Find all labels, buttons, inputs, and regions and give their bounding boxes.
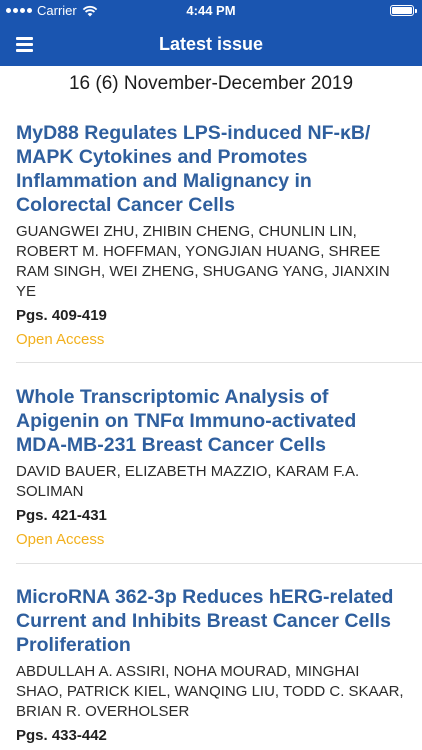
article-item[interactable]: MicroRNA 362-3p Reduces hERG-related Cur… <box>16 585 406 746</box>
status-bar: Carrier 4:44 PM <box>0 0 422 22</box>
article-authors: DAVID BAUER, ELIZABETH MAZZIO, KARAM F.A… <box>16 463 360 500</box>
article-title-link[interactable]: MyD88 Regulates LPS-induced NF-κB/ MAPK … <box>16 121 406 217</box>
issue-heading: 16 (6) November-December 2019 <box>68 73 354 94</box>
article-pages: Pgs. 433-442 <box>16 727 107 744</box>
open-access-label: Open Access <box>16 331 105 348</box>
article-authors: GUANGWEI ZHU, ZHIBIN CHENG, CHUNLIN LIN,… <box>16 223 390 300</box>
battery-icon <box>390 5 417 16</box>
divider <box>16 362 422 363</box>
article-pages: Pgs. 421-431 <box>16 507 107 524</box>
article-title-link[interactable]: MicroRNA 362-3p Reduces hERG-related Cur… <box>16 585 406 657</box>
article-authors: ABDULLAH A. ASSIRI, NOHA MOURAD, MINGHAI… <box>16 663 404 720</box>
navigation-bar: Latest issue <box>0 22 422 66</box>
open-access-label: Open Access <box>16 531 105 548</box>
article-item[interactable]: Whole Transcriptomic Analysis of Apigeni… <box>16 385 406 550</box>
article-pages: Pgs. 409-419 <box>16 307 107 324</box>
article-title-link[interactable]: Whole Transcriptomic Analysis of Apigeni… <box>16 385 406 457</box>
nav-title: Latest issue <box>158 34 264 54</box>
app-header: Carrier 4:44 PM Latest issue <box>0 0 422 66</box>
status-time: 4:44 PM <box>186 3 236 18</box>
article-item[interactable]: MyD88 Regulates LPS-induced NF-κB/ MAPK … <box>16 121 406 350</box>
divider <box>16 563 422 564</box>
